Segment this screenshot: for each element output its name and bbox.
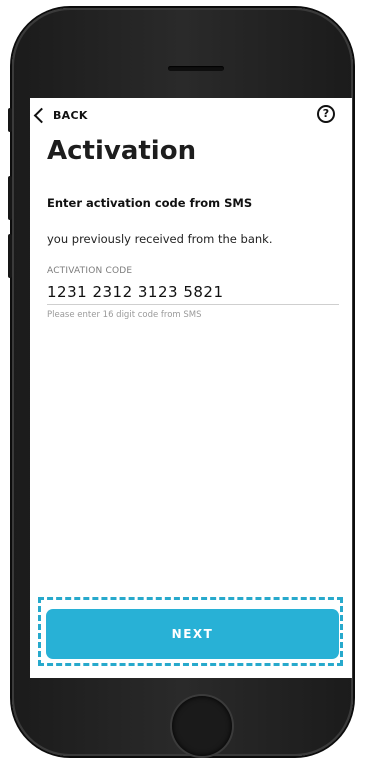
instruction-text: you previously received from the bank. — [47, 232, 273, 246]
next-button[interactable]: NEXT — [46, 609, 339, 659]
earpiece-speaker — [168, 66, 224, 71]
activation-code-input[interactable] — [47, 283, 337, 301]
volume-down-button — [8, 234, 12, 278]
page-title: Activation — [47, 136, 197, 166]
volume-up-button — [8, 176, 12, 220]
help-circle-icon[interactable]: ? — [317, 105, 335, 123]
mute-switch — [8, 108, 12, 132]
activation-code-helper: Please enter 16 digit code from SMS — [47, 310, 202, 320]
activation-code-label: ACTIVATION CODE — [47, 266, 133, 276]
back-label: BACK — [53, 109, 88, 122]
instruction-heading: Enter activation code from SMS — [47, 196, 253, 210]
chevron-left-icon — [33, 107, 50, 124]
app-screen: BACK ? Activation Enter activation code … — [30, 98, 352, 678]
home-button[interactable] — [172, 696, 232, 756]
input-underline — [47, 304, 339, 305]
back-button[interactable]: BACK — [33, 107, 88, 124]
